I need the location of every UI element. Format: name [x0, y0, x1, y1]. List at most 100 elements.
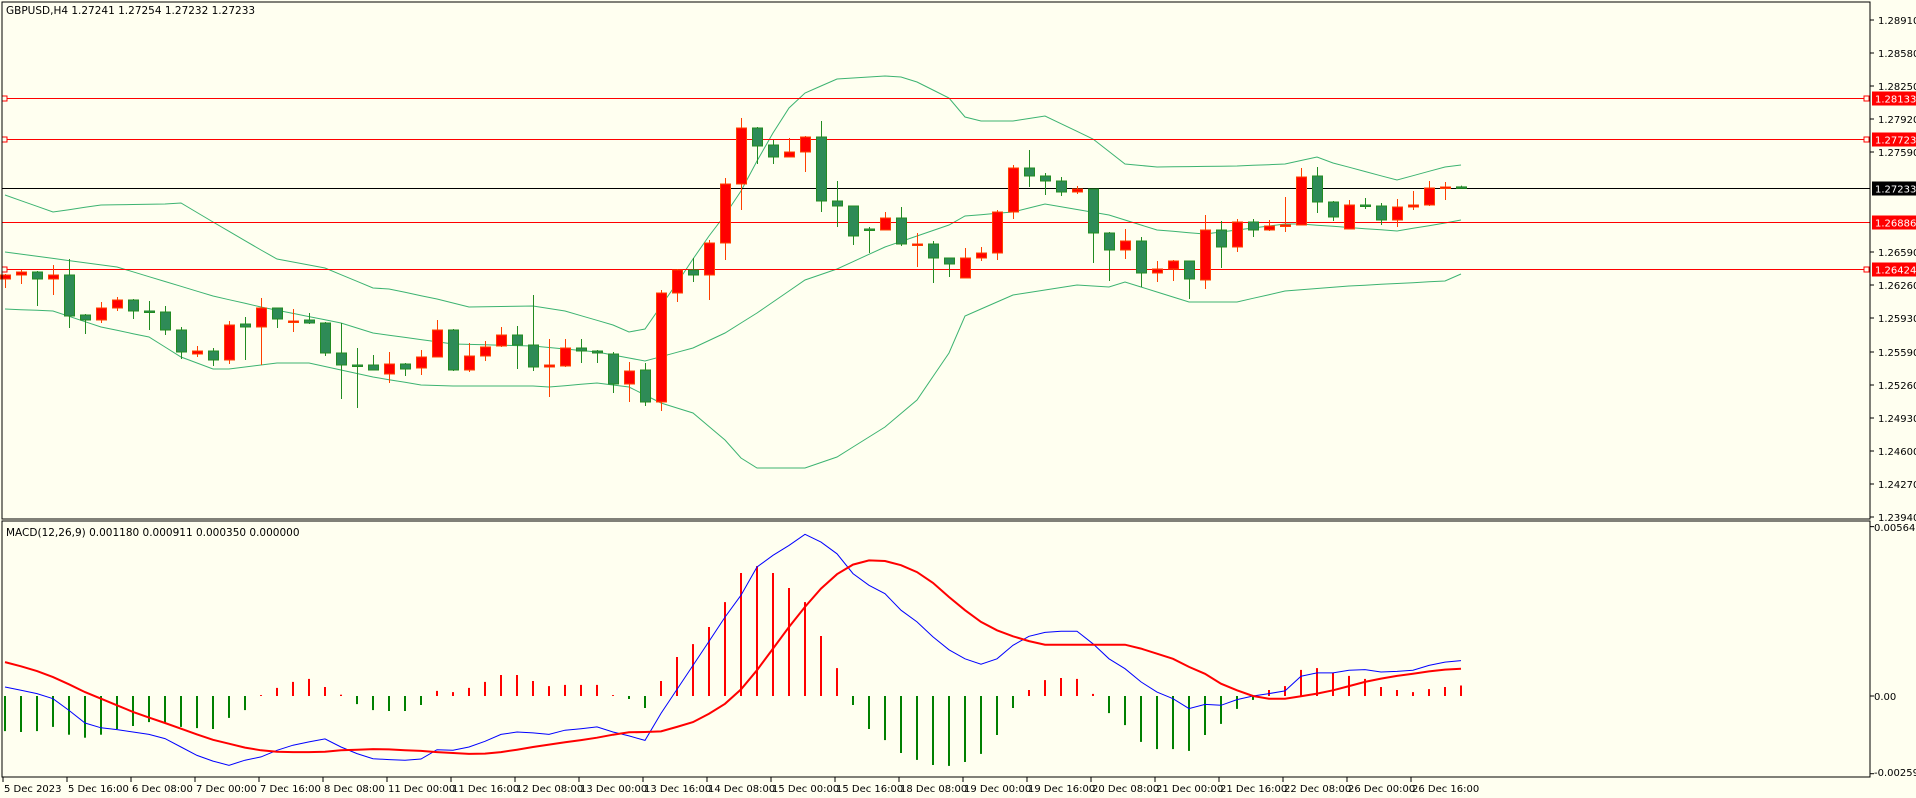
time-tick-label: 11 Dec 00:00 [388, 784, 455, 795]
price-line-tag-label: 1.26424 [1875, 266, 1916, 277]
candle-body [1408, 204, 1419, 208]
bull-candle[interactable] [224, 321, 235, 364]
time-tick-label: 5 Dec 16:00 [68, 784, 129, 795]
price-tick-label: 1.24270 [1878, 480, 1916, 491]
line-handle-right[interactable] [1863, 95, 1870, 102]
candle-body [640, 369, 651, 403]
candle-body [1008, 167, 1019, 213]
macd-tick-label: 0.00 [1874, 692, 1896, 703]
candle-body [944, 257, 955, 265]
price-tick-label: 1.25590 [1878, 348, 1916, 359]
candle-body [608, 353, 619, 385]
candle-body [400, 363, 411, 370]
chart-background [0, 0, 1916, 798]
candle-body [1216, 229, 1227, 248]
time-tick-label: 21 Dec 00:00 [1156, 784, 1223, 795]
bear-candle[interactable] [448, 329, 459, 371]
candle-body [1024, 167, 1035, 177]
candle-body [864, 228, 875, 231]
candle-body [32, 271, 43, 280]
time-tick-label: 6 Dec 08:00 [132, 784, 193, 795]
candle-body [816, 136, 827, 202]
candle-body [1120, 240, 1131, 251]
candle-body [1056, 180, 1067, 193]
bull-candle[interactable] [1232, 219, 1243, 252]
candle-body [960, 257, 971, 279]
candle-body [1312, 175, 1323, 203]
candle-body [1248, 221, 1259, 231]
candle-body [592, 350, 603, 354]
candle-body [1232, 221, 1243, 248]
price-tick-label: 1.26260 [1878, 281, 1916, 292]
candle-body [192, 350, 203, 355]
line-handle-left[interactable] [1, 266, 8, 273]
bull-candle[interactable] [1008, 165, 1019, 219]
candle-body [1376, 205, 1387, 221]
candle-body [1264, 225, 1275, 231]
candle-body [800, 136, 811, 153]
candle-body [48, 274, 59, 280]
bull-candle[interactable] [1296, 168, 1307, 226]
candle-body [1440, 186, 1451, 189]
time-tick-label: 22 Dec 08:00 [1284, 784, 1351, 795]
candle-body [880, 217, 891, 231]
candle-body [976, 252, 987, 259]
line-handle-right[interactable] [1863, 136, 1870, 143]
bear-candle[interactable] [320, 322, 331, 356]
time-tick-label: 7 Dec 00:00 [196, 784, 257, 795]
trading-chart[interactable]: 1.28910 1.28580 1.28250 1.27920 1.27590 1.265… [0, 0, 1916, 798]
candle-body [912, 243, 923, 246]
bull-candle[interactable] [656, 290, 667, 411]
candle-body [672, 269, 683, 294]
candle-body [1344, 204, 1355, 230]
candle-body [160, 311, 171, 331]
candle-body [432, 329, 443, 358]
price-tick-label: 1.26590 [1878, 248, 1916, 259]
candle-body [1184, 260, 1195, 280]
candle-body [272, 307, 283, 320]
line-handle-left[interactable] [1, 136, 8, 143]
line-handle-left[interactable] [1, 95, 8, 102]
price-tick-label: 1.28580 [1878, 49, 1916, 60]
bull-candle[interactable] [992, 210, 1003, 260]
candle-body [848, 205, 859, 237]
candle-body [528, 344, 539, 368]
candle-body [496, 334, 507, 347]
price-tick-label: 1.28910 [1878, 16, 1916, 27]
candle-body [704, 242, 715, 276]
candle-body [80, 314, 91, 321]
candle-body [1040, 175, 1051, 182]
price-tick-label: 1.25260 [1878, 381, 1916, 392]
candle-body [208, 350, 219, 361]
candle-body [128, 299, 139, 312]
price-line-tag-label: 1.27723 [1875, 136, 1916, 147]
time-tick-label: 15 Dec 16:00 [836, 784, 903, 795]
candle-body [304, 319, 315, 324]
price-line-tag-label: 1.28133 [1875, 95, 1916, 106]
price-tick-label: 1.28250 [1878, 82, 1916, 93]
candle-body [96, 307, 107, 321]
candle-body [1280, 224, 1291, 227]
candle-body [1360, 204, 1371, 207]
line-handle-right[interactable] [1863, 266, 1870, 273]
candle-body [352, 364, 363, 367]
macd-header: MACD(12,26,9) 0.001180 0.000911 0.000350… [6, 527, 300, 539]
candle-body [416, 356, 427, 369]
time-tick-label: 21 Dec 16:00 [1220, 784, 1287, 795]
candle-body [384, 363, 395, 375]
candle-body [656, 292, 667, 403]
time-tick-label: 7 Dec 16:00 [260, 784, 321, 795]
time-tick-label: 14 Dec 08:00 [708, 784, 775, 795]
time-tick-label: 18 Dec 08:00 [900, 784, 967, 795]
candle-body [1328, 201, 1339, 218]
candle-body [16, 271, 27, 276]
price-tick-label: 1.25930 [1878, 314, 1916, 325]
candle-body [176, 329, 187, 353]
candle-body [784, 151, 795, 158]
time-tick-label: 12 Dec 08:00 [516, 784, 583, 795]
candle-body [240, 323, 251, 328]
candle-body [464, 355, 475, 371]
candle-body [368, 364, 379, 371]
candle-body [576, 347, 587, 352]
candle-body [928, 243, 939, 259]
